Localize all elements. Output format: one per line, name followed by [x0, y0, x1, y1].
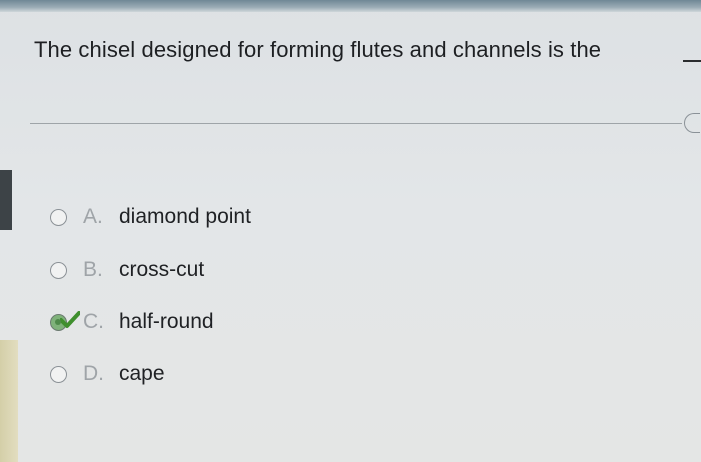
option-letter: A. [83, 205, 103, 228]
answer-blank [683, 60, 701, 62]
option-d[interactable]: D. cape [50, 360, 165, 388]
option-letter: C. [83, 310, 104, 333]
option-b[interactable]: B. cross-cut [50, 256, 204, 284]
question-text: The chisel designed for forming flutes a… [34, 37, 602, 62]
option-label: cross-cut [119, 258, 205, 281]
expand-icon[interactable] [684, 113, 700, 133]
radio-button[interactable] [50, 261, 67, 279]
option-c[interactable]: C. half-round [50, 308, 214, 336]
radio-button[interactable] [50, 208, 67, 226]
option-label: cape [119, 362, 165, 385]
left-edge-panel [0, 340, 18, 462]
divider [30, 123, 682, 124]
check-icon [60, 310, 80, 328]
option-label: diamond point [119, 205, 251, 228]
left-edge-strip [0, 170, 12, 230]
radio-button[interactable] [50, 365, 67, 383]
option-a[interactable]: A. diamond point [50, 203, 251, 231]
radio-button-selected[interactable] [50, 310, 80, 331]
option-letter: D. [83, 362, 104, 385]
window-top-bar [0, 0, 701, 12]
option-letter: B. [83, 258, 103, 281]
option-label: half-round [119, 310, 214, 333]
